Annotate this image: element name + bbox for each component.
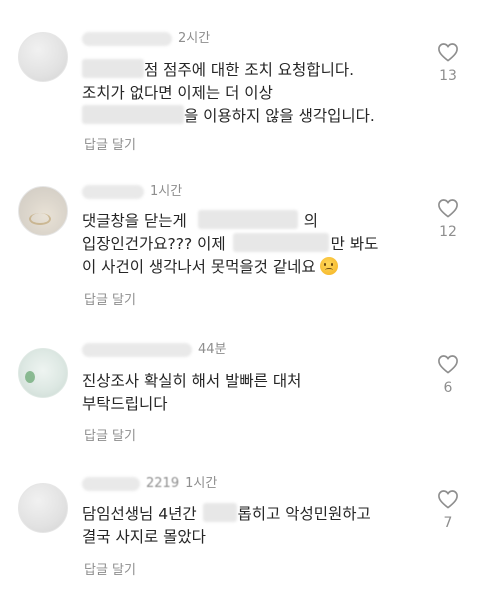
redacted-username[interactable] <box>82 343 192 357</box>
like-control: 7 <box>436 489 460 531</box>
comment-time: 1시간 <box>150 184 183 199</box>
redacted-text <box>82 105 184 124</box>
sad-face-emoji-icon <box>319 257 338 275</box>
redacted-text <box>202 503 237 522</box>
comment-time: 44분 <box>198 342 227 357</box>
comment-time: 2시간 <box>178 31 211 46</box>
reply-button[interactable]: 답글 달기 <box>84 134 136 153</box>
comment-meta: 44분 <box>82 341 227 359</box>
reply-button[interactable]: 답글 달기 <box>84 425 136 444</box>
redacted-text <box>197 210 298 229</box>
like-count: 7 <box>443 515 453 531</box>
heart-outline-icon[interactable] <box>437 198 459 218</box>
redacted-text <box>82 59 144 78</box>
avatar[interactable] <box>18 186 68 236</box>
like-control: 12 <box>436 198 460 240</box>
like-control: 6 <box>436 354 460 396</box>
reply-button[interactable]: 답글 달기 <box>84 559 136 578</box>
redacted-username[interactable] <box>82 477 140 491</box>
comment-text: 진상조사 확실히 해서 발빠른 대처 부탁드립니다 <box>82 372 302 413</box>
like-count: 6 <box>443 380 453 396</box>
avatar[interactable] <box>18 32 68 82</box>
like-control: 13 <box>436 42 460 84</box>
like-count: 12 <box>439 224 457 240</box>
heart-outline-icon[interactable] <box>437 354 459 374</box>
comment-meta: 1시간 <box>82 183 182 201</box>
heart-outline-icon[interactable] <box>437 42 459 62</box>
comment-meta: 2219 1시간 <box>82 475 217 493</box>
redacted-username[interactable] <box>82 32 172 46</box>
comment-time: 1시간 <box>185 476 218 491</box>
avatar[interactable] <box>18 483 68 533</box>
comment-text: 댓글창을 닫는게 의 입장인건가요??? 이제 만 봐도 이 사건이 생각나서 … <box>82 210 379 276</box>
redacted-username[interactable] <box>82 185 144 199</box>
reply-button[interactable]: 답글 달기 <box>84 289 136 308</box>
username-fragment[interactable]: 2219 <box>146 475 179 493</box>
like-count: 13 <box>439 68 457 84</box>
comment-text: 담임선생님 4년간 롭히고 악성민원하고 결국 사지로 몰았다 <box>82 503 371 546</box>
avatar[interactable] <box>18 348 68 398</box>
redacted-text <box>232 233 329 252</box>
comment-text: 점 점주에 대한 조치 요청합니다. 조치가 없다면 이제는 더 이상 을 이용… <box>82 59 375 125</box>
heart-outline-icon[interactable] <box>437 489 459 509</box>
comment-meta: 2시간 <box>82 30 210 48</box>
